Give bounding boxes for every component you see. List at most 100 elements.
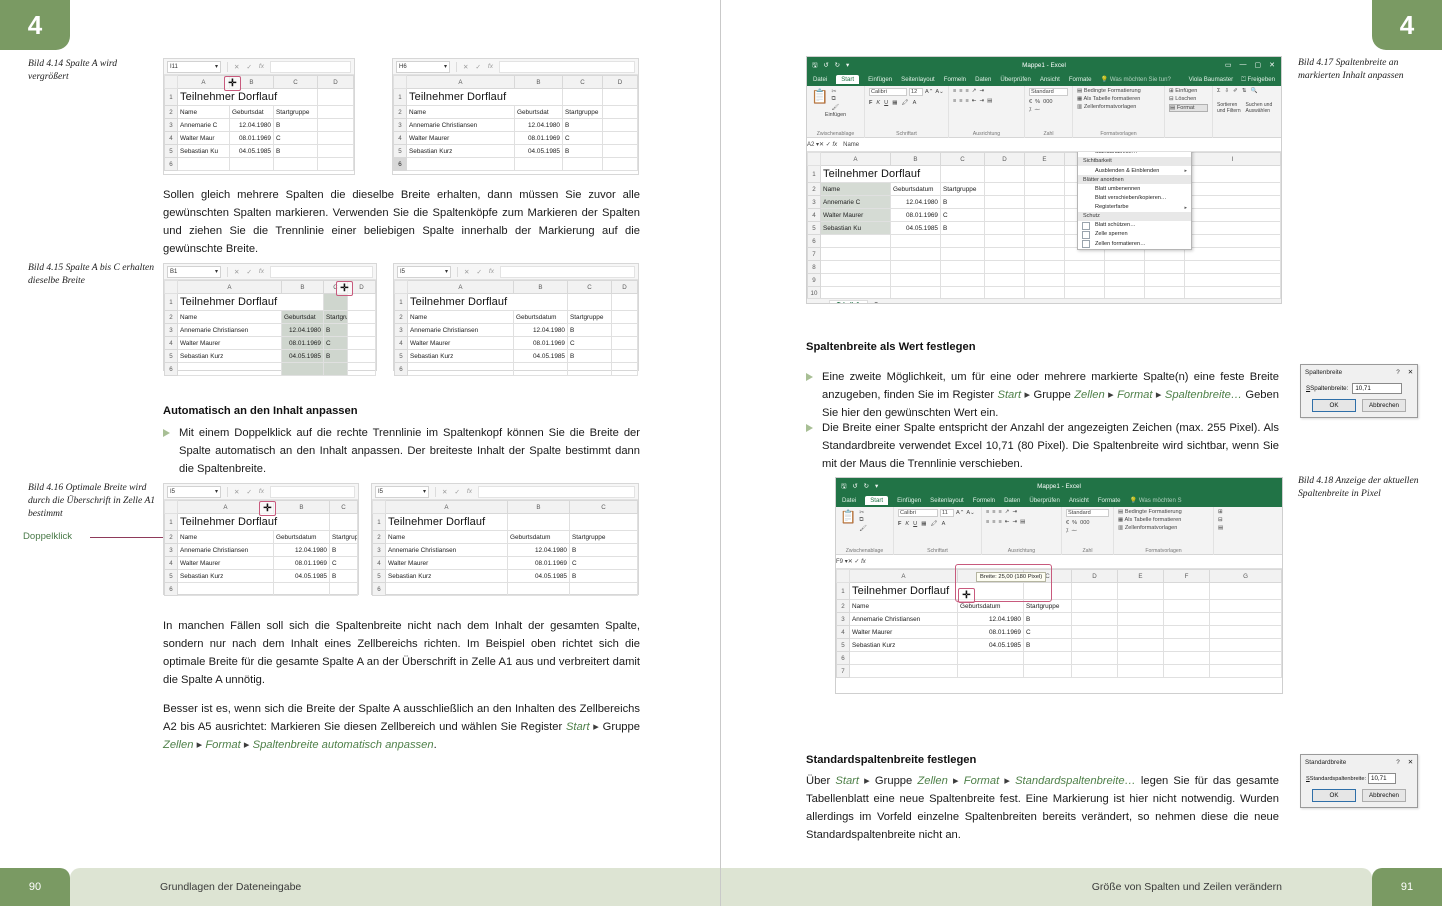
cell-a4[interactable]: Walter Maurer: [177, 336, 282, 350]
cell-empty[interactable]: [1104, 273, 1145, 287]
cell-b4[interactable]: 08.01.1969: [281, 336, 324, 350]
row-header[interactable]: 2: [394, 310, 408, 324]
insert-function-icon[interactable]: fx: [259, 268, 264, 276]
cell-c4[interactable]: C: [323, 336, 348, 350]
cell-d2[interactable]: [611, 310, 638, 324]
cell-d3[interactable]: [602, 118, 638, 132]
cell-empty[interactable]: [849, 664, 958, 678]
italic-icon[interactable]: K: [905, 521, 909, 527]
cell-empty[interactable]: [1163, 664, 1210, 678]
cell-d1[interactable]: [317, 88, 354, 106]
cell-a4[interactable]: Walter Maurer: [385, 556, 508, 570]
formula-input[interactable]: [477, 485, 635, 498]
tab-datei[interactable]: Datei: [842, 497, 856, 504]
cell-b2[interactable]: Geburtsdatum: [273, 530, 330, 544]
cell-b6[interactable]: [513, 362, 568, 376]
row-header[interactable]: 6: [372, 582, 386, 596]
cell-c4[interactable]: C: [562, 131, 603, 145]
select-all-corner[interactable]: [836, 569, 850, 583]
format-as-table-button[interactable]: ▦ Als Tabelle formatieren: [1077, 96, 1160, 102]
cell-a1-title[interactable]: Teilnehmer Dorflauf: [406, 88, 563, 106]
cell-empty[interactable]: [849, 651, 958, 665]
cell-styles-button[interactable]: ▥ Zellenformatvorlagen: [1118, 525, 1209, 531]
cell-c5[interactable]: B: [323, 349, 348, 363]
cell-a6[interactable]: [385, 582, 508, 596]
format-button[interactable]: ▤ Format: [1169, 104, 1208, 112]
cell-b6[interactable]: [514, 157, 563, 171]
cell-b3[interactable]: 12.04.1980: [273, 543, 330, 557]
column-header-b[interactable]: B: [513, 280, 568, 294]
row-header[interactable]: 1: [394, 293, 408, 311]
cell-b5[interactable]: 04.05.1985: [890, 221, 941, 235]
increase-font-icon[interactable]: A⌃: [956, 510, 964, 516]
cell-c4[interactable]: C: [329, 556, 358, 570]
tab-formeln[interactable]: Formeln: [944, 76, 966, 83]
cell-a2[interactable]: Name: [849, 599, 958, 613]
cell-c1[interactable]: [323, 293, 348, 311]
cell-c3[interactable]: B: [562, 118, 603, 132]
align-bottom-icon[interactable]: ≡: [999, 509, 1002, 515]
orientation-icon[interactable]: ↗: [1005, 509, 1010, 515]
cell-empty[interactable]: [820, 286, 891, 298]
cell-c5[interactable]: B: [562, 144, 603, 158]
formula-input[interactable]: [269, 485, 355, 498]
cell-f1[interactable]: [1163, 582, 1210, 600]
cell-d6[interactable]: [317, 157, 354, 171]
cell-f4[interactable]: [1163, 625, 1210, 639]
align-left-icon[interactable]: ≡: [953, 98, 956, 104]
cell-empty[interactable]: [940, 247, 985, 261]
cell-empty[interactable]: [1209, 651, 1282, 665]
cell-a4[interactable]: Walter Maurer: [406, 131, 515, 145]
tab-einfuegen[interactable]: Einfügen: [897, 497, 921, 504]
increase-font-icon[interactable]: A⌃: [925, 89, 933, 95]
tab-seitenlayout[interactable]: Seitenlayout: [930, 497, 964, 504]
row-header[interactable]: 3: [394, 323, 408, 337]
cell-d3[interactable]: [984, 195, 1025, 209]
cell-b4[interactable]: 08.01.1969: [890, 208, 941, 222]
column-header-a[interactable]: A: [177, 280, 282, 294]
row-header[interactable]: 3: [807, 195, 821, 209]
cell-d4[interactable]: [611, 336, 638, 350]
cell-d5[interactable]: [602, 144, 638, 158]
cell-c6[interactable]: [273, 157, 318, 171]
cell-a3[interactable]: Annemarie Christiansen: [177, 543, 274, 557]
cell-e5[interactable]: [1024, 221, 1065, 235]
cell-a2[interactable]: Name: [407, 310, 514, 324]
cell-b3[interactable]: 12.04.1980: [281, 323, 324, 337]
row-header[interactable]: 6: [164, 582, 178, 596]
column-header-d[interactable]: D: [317, 75, 354, 89]
name-box[interactable]: I5 ▾: [375, 485, 429, 498]
paste-label[interactable]: Einfügen: [811, 112, 860, 118]
cancel-icon[interactable]: ✕: [234, 268, 239, 276]
delete-cells-button[interactable]: ⊟ Löschen: [1169, 96, 1208, 102]
autosum-icon[interactable]: Σ: [1217, 88, 1220, 94]
fill-icon[interactable]: ⇩: [1224, 88, 1229, 94]
cell-a3[interactable]: Annemarie Christiansen: [385, 543, 508, 557]
column-header-a[interactable]: A: [385, 500, 508, 514]
cell-empty[interactable]: [1071, 664, 1118, 678]
column-resize-cursor-icon[interactable]: ✛: [958, 588, 975, 603]
column-header-b[interactable]: B: [514, 75, 563, 89]
row-header[interactable]: 2: [372, 530, 386, 544]
row-header[interactable]: 4: [393, 131, 407, 145]
cell-e4[interactable]: [1024, 208, 1065, 222]
confirm-icon[interactable]: ✓: [475, 63, 480, 71]
row-header[interactable]: 6: [164, 362, 178, 376]
cell-b6[interactable]: [229, 157, 274, 171]
cell-d4[interactable]: [347, 336, 376, 350]
font-name-box[interactable]: Calibri: [869, 88, 907, 96]
confirm-icon[interactable]: ✓: [454, 488, 459, 496]
copy-icon[interactable]: ⧉: [831, 96, 839, 103]
cell-c3[interactable]: B: [567, 323, 612, 337]
cell-empty[interactable]: [1184, 234, 1281, 248]
name-box[interactable]: F9 ▾: [836, 558, 848, 565]
cell-b2[interactable]: Geburtsdat: [229, 105, 274, 119]
menu-item-zelle-sperren[interactable]: Zelle sperren: [1078, 230, 1191, 239]
percent-icon[interactable]: %: [1035, 99, 1040, 105]
cell-a5[interactable]: Sebastian Ku: [820, 221, 891, 235]
cell-c2[interactable]: Startgruppe: [329, 530, 358, 544]
cell-e1[interactable]: [1117, 582, 1164, 600]
column-header-c[interactable]: C: [567, 280, 612, 294]
cell-empty[interactable]: [820, 247, 891, 261]
row-header[interactable]: 1: [164, 293, 178, 311]
